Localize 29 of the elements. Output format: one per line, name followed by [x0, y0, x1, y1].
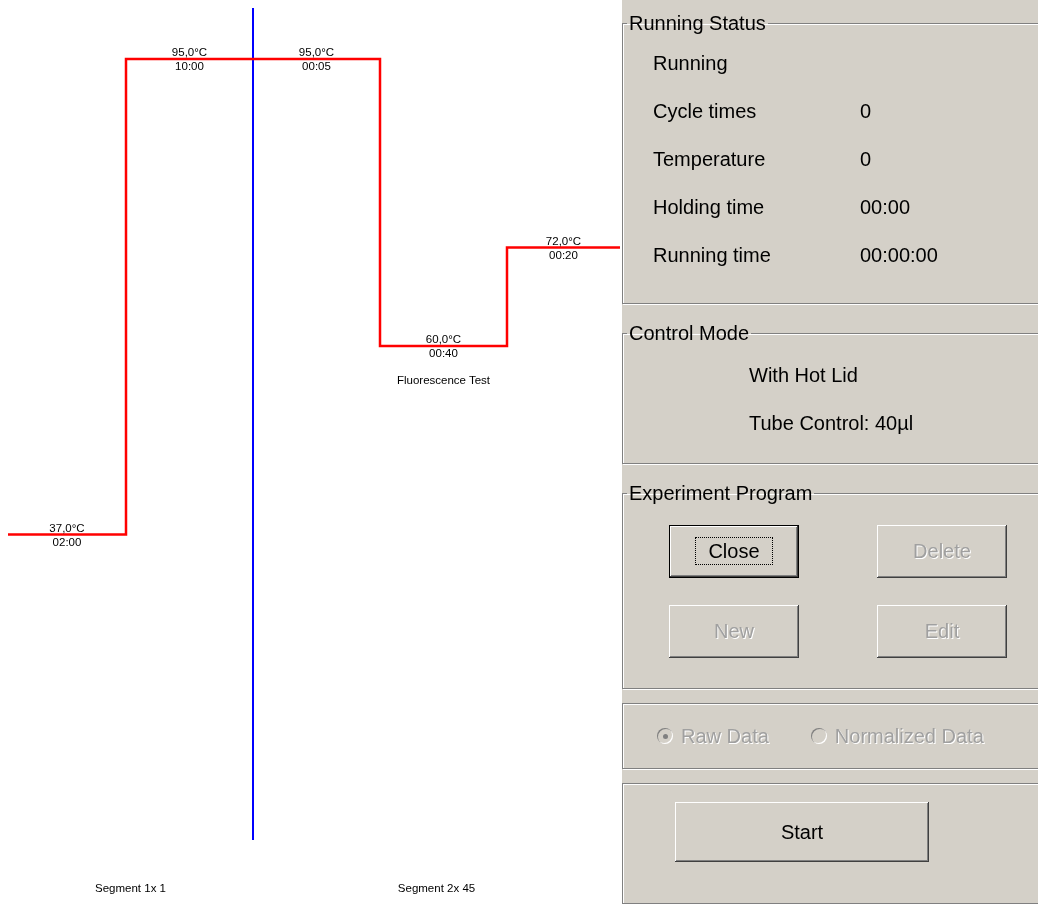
step-time: 10:00: [175, 60, 204, 72]
status-value: 0: [860, 99, 872, 123]
step-time: 00:40: [429, 347, 458, 359]
step-time: 00:05: [302, 60, 331, 72]
status-label: Running time: [653, 243, 772, 267]
status-label: Cycle times: [653, 99, 758, 123]
status-label: Temperature: [653, 147, 767, 171]
control-mode-text: Tube Control: 40µl: [749, 411, 914, 435]
status-label: Holding time: [653, 195, 766, 219]
step-note: Fluorescence Test: [396, 374, 491, 386]
status-value: 00:00: [860, 195, 911, 219]
status-value: 0: [860, 147, 872, 171]
step-temperature: 60,0°C: [425, 333, 462, 345]
program-button[interactable]: Close: [669, 525, 799, 578]
group-title: Running Status: [628, 12, 767, 35]
group-title: Experiment Program: [628, 482, 814, 505]
status-text: Running: [653, 51, 728, 75]
step-temperature: 95,0°C: [298, 46, 335, 58]
segment-label: Segment 2x 45: [397, 882, 476, 894]
status-value: 00:00:00: [860, 243, 938, 267]
start-button[interactable]: Start: [675, 802, 929, 862]
step-time: 02:00: [52, 535, 82, 548]
step-temperature: 72,0°C: [545, 234, 582, 247]
step-temperature: 95,0°C: [171, 46, 208, 58]
group-title: Control Mode: [628, 322, 751, 345]
segment-label: Segment 1x 1: [95, 882, 166, 894]
step-time: 00:20: [549, 248, 578, 261]
control-mode-text: With Hot Lid: [749, 363, 858, 387]
step-temperature: 37,0°C: [49, 521, 85, 534]
